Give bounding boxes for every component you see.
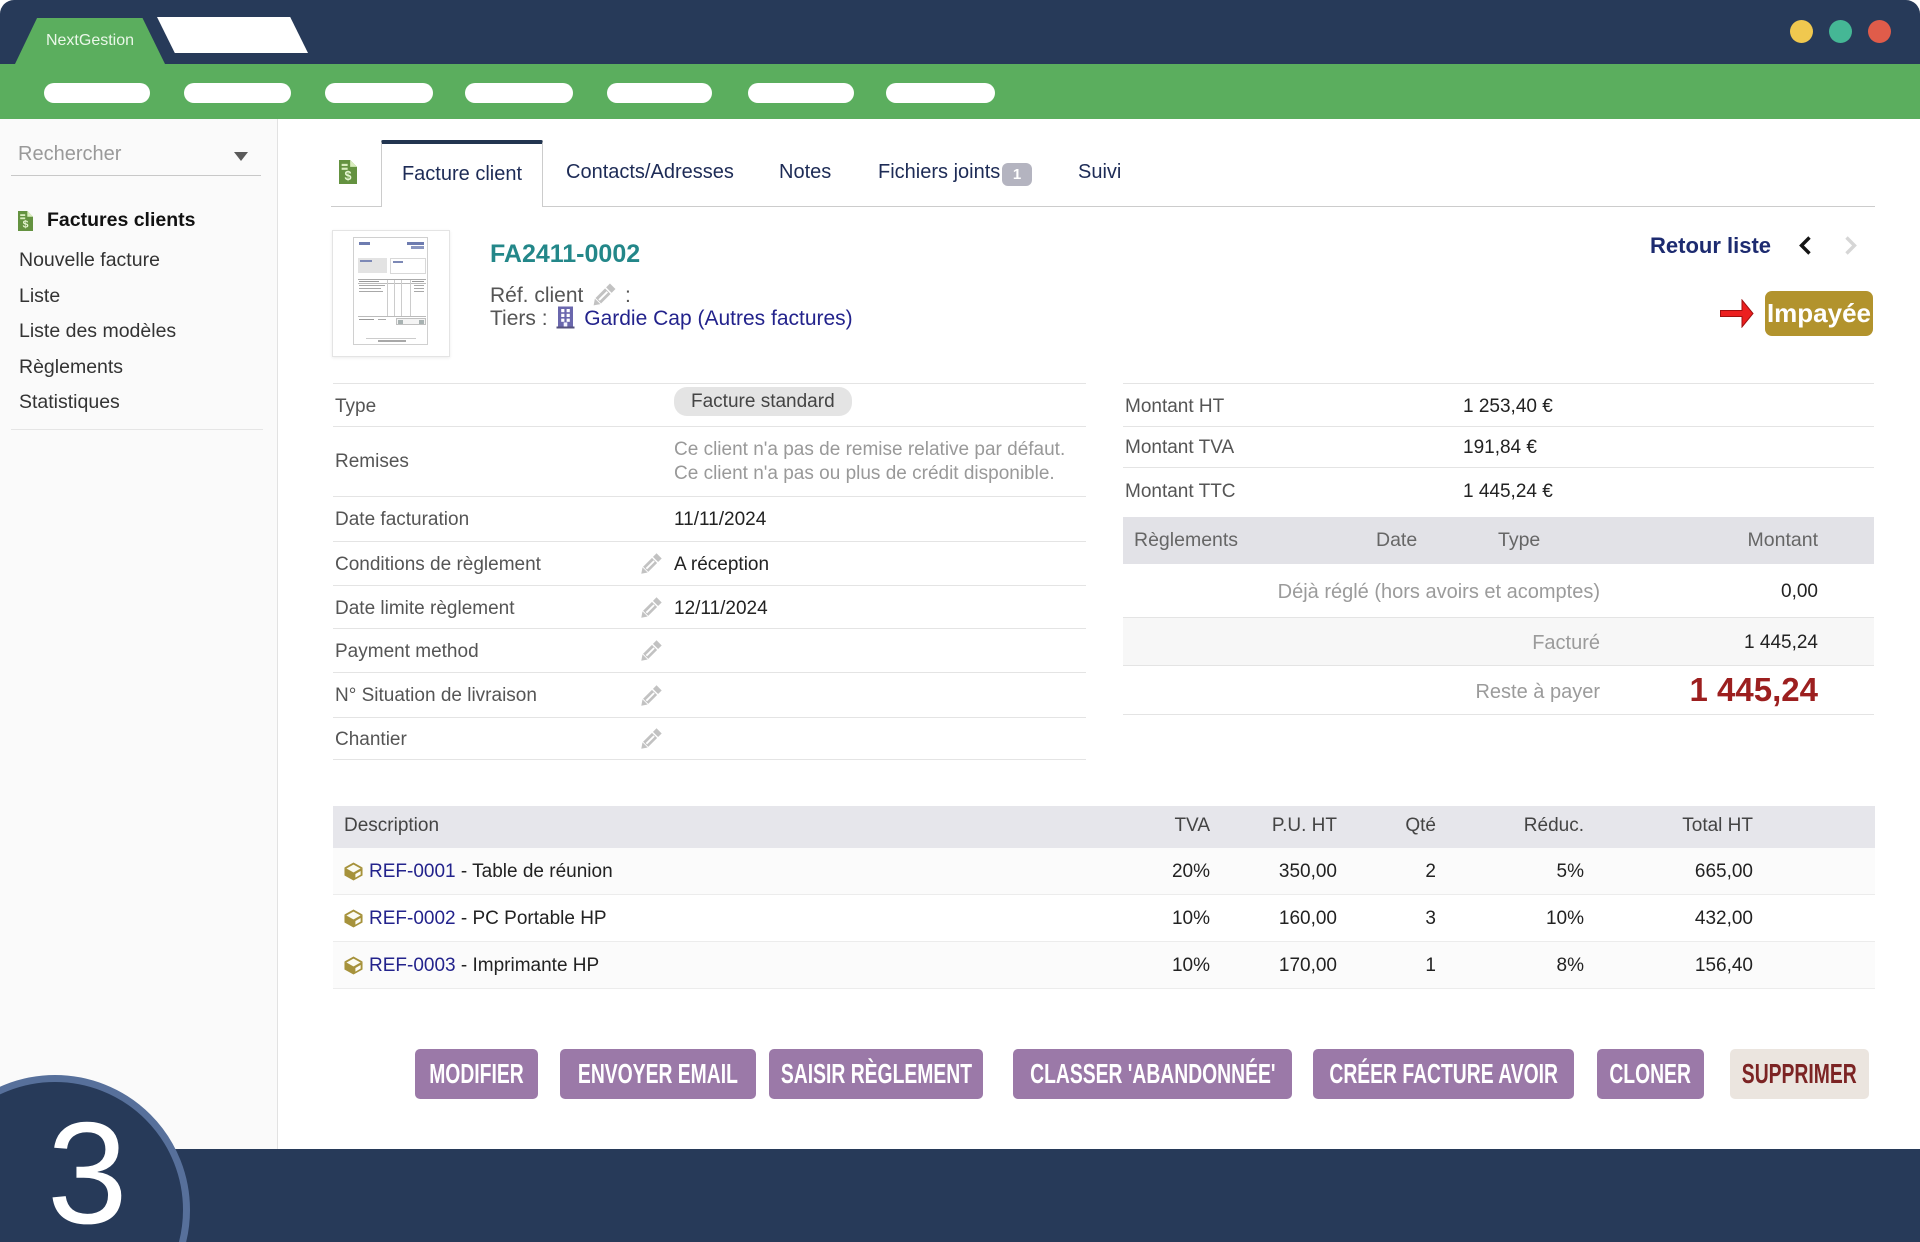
svg-text:$: $ (23, 219, 29, 231)
svg-text:$: $ (344, 169, 351, 183)
